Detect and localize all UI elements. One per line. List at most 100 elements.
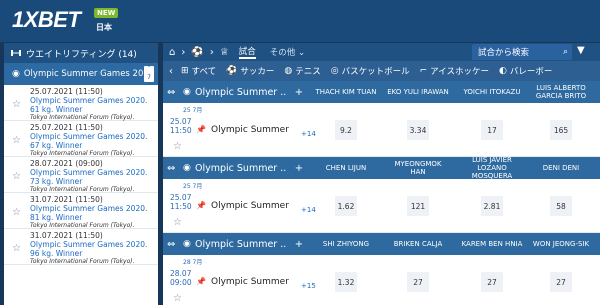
match-header: ⇔ ◉ Olympic Summer ... + SHI ZHIYONG BRI… — [163, 233, 600, 255]
sidebar-league[interactable]: ◉ Olympic Summer Games 2020 ˆ7 — [4, 63, 158, 85]
search-input[interactable]: 試合から検索 ⌕ — [472, 44, 572, 60]
plus-icon[interactable]: + — [287, 163, 311, 174]
soccer-ball-icon[interactable]: ⚽ — [191, 47, 203, 58]
event-date: 25.07.2021 (11:50) — [30, 123, 103, 132]
tab-matches[interactable]: 試合 — [238, 45, 256, 59]
more-markets-link[interactable]: +15 — [301, 282, 316, 290]
sport-tab-soccer[interactable]: ⚽ サッカー — [226, 65, 274, 77]
event-name[interactable]: Olympic Summer Games 2020. 73 kg. Winner — [30, 168, 154, 186]
sport-tab-hockey[interactable]: ⌐ アイスホッケー — [420, 65, 489, 77]
odds-button[interactable]: 27 — [481, 272, 503, 292]
list-item[interactable]: ☆ 28.07.2021 (09:00) Olympic Summer Game… — [4, 157, 158, 193]
column-header: MYEONGMOK HAN — [394, 160, 442, 176]
chevron-right-icon: › — [209, 46, 214, 58]
odds-button[interactable]: 9.2 — [335, 120, 357, 140]
tennis-ball-icon: ◍ — [284, 66, 293, 76]
new-badge: NEW — [94, 8, 119, 18]
match-time: 28.07 09:00 — [170, 269, 192, 287]
event-date: 31.07.2021 (11:50) — [30, 195, 103, 204]
globe-icon: ◉ — [12, 69, 20, 79]
match-name[interactable]: Olympic Summer — [211, 201, 289, 211]
soccer-ball-icon: ⚽ — [226, 66, 238, 76]
star-icon[interactable]: ☆ — [12, 99, 21, 110]
star-icon[interactable]: ☆ — [12, 171, 21, 182]
plus-icon[interactable]: + — [287, 239, 311, 250]
trophy-icon[interactable]: ♕ — [220, 47, 229, 58]
sport-tab-volleyball[interactable]: ◐ バレーボー — [499, 65, 552, 77]
column-header: CHEN LIJUN — [325, 164, 367, 172]
event-name[interactable]: Olympic Summer Games 2020. 81 kg. Winner — [30, 204, 154, 222]
more-markets-link[interactable]: +14 — [301, 130, 316, 138]
list-item[interactable]: ☆ 31.07.2021 (11:50) Olympic Summer Game… — [4, 193, 158, 229]
pin-icon[interactable]: 📌 — [196, 277, 206, 286]
list-item[interactable]: ☆ 25.07.2021 (11:50) Olympic Summer Game… — [4, 85, 158, 121]
match-date: 25 7月 — [183, 107, 203, 114]
brand-logo[interactable]: 1XBET — [12, 7, 81, 33]
league-count-badge[interactable]: ˆ7 — [144, 66, 154, 82]
plus-icon[interactable]: + — [287, 87, 311, 98]
chevron-right-icon: › — [181, 46, 186, 58]
event-name[interactable]: Olympic Summer Games 2020. 96 kg. Winner — [30, 240, 154, 258]
sports-tabs: ‹ ⊞ すべて ⚽ サッカー ◍ テニス ◎ バスケットボール ⌐ アイスホッケー ◐ バレ… — [163, 61, 600, 81]
match-time: 25.07 11:50 — [170, 117, 192, 135]
match-name[interactable]: Olympic Summer — [211, 277, 289, 287]
odds-button[interactable]: 165 — [550, 120, 572, 140]
odds-button[interactable]: 1.32 — [335, 272, 357, 292]
odds-button[interactable]: 27 — [550, 272, 572, 292]
tab-more[interactable]: その他 ⌄ — [270, 46, 305, 58]
list-item[interactable]: ☆ 31.07.2021 (11:50) Olympic Summer Game… — [4, 229, 158, 265]
search-icon[interactable]: ⌕ — [563, 47, 568, 57]
globe-icon: ◉ — [183, 163, 191, 173]
volleyball-icon: ◐ — [498, 66, 507, 76]
list-item[interactable]: ☆ 25.07.2021 (11:50) Olympic Summer Game… — [4, 121, 158, 157]
odds-button[interactable]: 1.62 — [335, 196, 357, 216]
sport-tab-basketball[interactable]: ◎ バスケットボール — [331, 65, 410, 77]
home-icon[interactable]: ⌂ — [169, 47, 175, 58]
pin-icon[interactable]: 📌 — [196, 125, 206, 134]
match-league-title[interactable]: Olympic Summer ... — [195, 239, 287, 250]
table-row[interactable]: 28 7月 28.07 09:00 📌 Olympic Summer ☆ +15… — [163, 255, 600, 305]
match-date: 25 7月 — [183, 183, 203, 190]
event-date: 25.07.2021 (11:50) — [30, 87, 103, 96]
chevron-left-icon[interactable]: ‹ — [169, 66, 173, 77]
table-row[interactable]: 25 7月 25.07 11:50 📌 Olympic Summer ☆ +14… — [163, 179, 600, 233]
odds-button[interactable]: 121 — [407, 196, 429, 216]
pin-icon[interactable]: 📌 — [196, 201, 206, 210]
event-name[interactable]: Olympic Summer Games 2020. 61 kg. Winner — [30, 96, 154, 114]
filter-icon[interactable]: ▼ — [577, 45, 585, 56]
match-header: ⇔ ◉ Olympic Summer ... + CHEN LIJUN MYEO… — [163, 156, 600, 180]
event-name[interactable]: Olympic Summer Games 2020. 67 kg. Winner — [30, 132, 154, 150]
weightlifting-icon — [10, 47, 22, 59]
column-header: THACH KIM TUAN — [315, 88, 377, 96]
odds-button[interactable]: 2.81 — [481, 196, 503, 216]
region-label: 日本 — [96, 23, 112, 32]
odds-button[interactable]: 27 — [407, 272, 429, 292]
star-icon[interactable]: ☆ — [173, 141, 182, 152]
sidebar-header[interactable]: ウエイトリフティング (14) — [4, 43, 158, 63]
column-header: LUIS ALBERTO GARCIA BRITO — [535, 84, 587, 100]
odds-button[interactable]: 3.34 — [407, 120, 429, 140]
match-name[interactable]: Olympic Summer — [211, 125, 289, 135]
match-header: ⇔ ◉ Olympic Summer ... + THACH KIM TUAN … — [163, 81, 600, 103]
star-icon[interactable]: ☆ — [12, 243, 21, 254]
sidebar-event-list: ☆ 25.07.2021 (11:50) Olympic Summer Game… — [4, 85, 158, 265]
column-header: EKO YULI IRAWAN — [387, 88, 449, 96]
star-icon[interactable]: ☆ — [173, 217, 182, 228]
chevron-down-icon: ⌄ — [298, 48, 306, 58]
match-league-title[interactable]: Olympic Summer ... — [195, 163, 287, 174]
column-header: WON JEONG-SIK — [532, 240, 590, 248]
more-markets-link[interactable]: +14 — [301, 206, 316, 214]
hockey-icon: ⌐ — [419, 66, 428, 76]
sport-tab-all[interactable]: ⊞ すべて — [181, 65, 216, 77]
column-header: YOICHI ITOKAZU — [463, 88, 521, 96]
star-icon[interactable]: ☆ — [12, 207, 21, 218]
star-icon[interactable]: ☆ — [173, 293, 182, 304]
event-venue: Tokyo International Forum (Tokyo). — [30, 258, 135, 265]
odds-button[interactable]: 58 — [550, 196, 572, 216]
star-icon[interactable]: ☆ — [12, 135, 21, 146]
search-placeholder: 試合から検索 — [478, 48, 530, 58]
sport-tab-tennis[interactable]: ◍ テニス — [284, 65, 320, 77]
table-row[interactable]: 25 7月 25.07 11:50 📌 Olympic Summer ☆ +14… — [163, 103, 600, 157]
odds-button[interactable]: 17 — [481, 120, 503, 140]
match-league-title[interactable]: Olympic Summer ... — [195, 87, 287, 98]
